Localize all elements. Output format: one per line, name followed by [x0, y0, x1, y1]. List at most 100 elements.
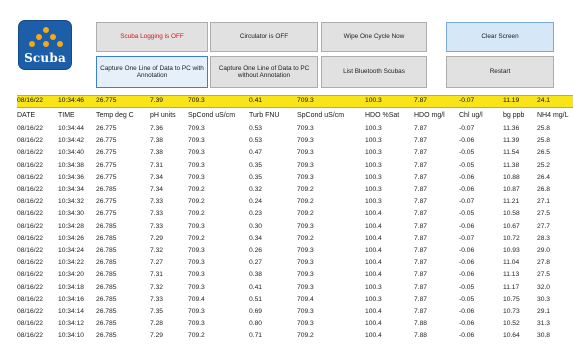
table-cell-turb: 0.27	[249, 259, 263, 267]
table-cell-chl: -0.06	[459, 186, 475, 193]
table-cell-turb: 0.26	[249, 247, 263, 254]
table-cell-spcond2: 709.3	[297, 161, 314, 169]
table-header: DATE TIME Temp deg C pH units SpCond uS/cm Tu…	[17, 111, 573, 123]
table-cell-bg: 11.39	[503, 137, 520, 145]
table-cell-bg: 10.75	[503, 295, 520, 303]
header-cell-date: DATE	[17, 112, 36, 119]
table-cell-time: 10:34:42	[58, 137, 85, 145]
table-row: 08/16/22 10:34:28 26.785 7.33 709.3 0.30 709.3…	[17, 222, 573, 233]
table-cell-temp: 26.785	[96, 186, 117, 193]
table-cell-spcond2: 709.2	[297, 210, 314, 218]
header-cell-bg: bg ppb	[503, 112, 525, 119]
table-cell-spcond2: 709.3	[297, 308, 314, 315]
table-cell-turb: 0.30	[249, 222, 263, 230]
table-cell-hdo-sat: 100.3	[365, 149, 382, 157]
table-cell-temp: 26.785	[96, 320, 117, 328]
table-row: 08/16/22 10:34:18 26.785 7.32 709.3 0.41 709.3…	[17, 283, 573, 294]
table-cell-temp: 26.785	[96, 247, 117, 254]
table-cell-date: 08/16/22	[17, 332, 44, 340]
table-cell-turb: 0.41	[249, 283, 263, 291]
table-row: 08/16/22 10:34:24 26.785 7.32 709.3 0.26 709.3…	[17, 246, 573, 257]
clear-screen-button[interactable]: Clear Screen	[446, 22, 554, 52]
table-cell-hdo-sat: 100.4	[365, 210, 382, 218]
table-cell-hdo-mg: 7.87	[414, 125, 428, 132]
latest-cell-spcond: 709.3	[188, 97, 205, 104]
table-row: 08/16/22 10:34:20 26.785 7.31 709.3 0.38 709.3…	[17, 270, 573, 281]
table-cell-hdo-sat: 100.3	[365, 125, 382, 132]
table-row: 08/16/22 10:34:22 26.785 7.27 709.3 0.27 709.3…	[17, 258, 573, 269]
table-cell-turb: 0.35	[249, 161, 263, 169]
capture-with-annotation-button[interactable]: Capture One Line of Data to PC with Anno…	[96, 56, 208, 88]
table-cell-date: 08/16/22	[17, 149, 44, 157]
table-cell-bg: 11.36	[503, 125, 520, 132]
table-cell-time: 10:34:36	[58, 173, 85, 181]
wipe-button[interactable]: Wipe One Cycle Now	[321, 22, 427, 52]
header-cell-spcond2: SpCond uS/cm	[297, 112, 345, 119]
table-cell-date: 08/16/22	[17, 247, 44, 254]
table-cell-hdo-sat: 100.3	[365, 161, 382, 169]
table-cell-ph: 7.33	[150, 198, 164, 206]
table-cell-turb: 0.47	[249, 149, 263, 157]
table-cell-turb: 0.53	[249, 125, 263, 132]
table-cell-spcond2: 709.3	[297, 137, 314, 145]
header-cell-chl: Chl ug/l	[459, 112, 483, 119]
table-cell-turb: 0.38	[249, 271, 263, 279]
table-cell-bg: 10.58	[503, 210, 520, 218]
table-cell-spcond: 709.3	[188, 283, 205, 291]
restart-button[interactable]: Restart	[446, 56, 554, 88]
table-cell-spcond2: 709.3	[297, 259, 314, 267]
table-cell-spcond: 709.3	[188, 247, 205, 254]
table-cell-turb: 0.51	[249, 295, 263, 303]
table-cell-hdo-sat: 100.4	[365, 259, 382, 267]
table-cell-nh4: 30.8	[537, 332, 551, 340]
table-cell-spcond2: 709.3	[297, 149, 314, 157]
table-cell-nh4: 30.3	[537, 295, 551, 303]
table-cell-chl: -0.05	[459, 283, 475, 291]
table-cell-spcond2: 709.4	[297, 295, 314, 303]
table-cell-bg: 10.64	[503, 332, 520, 340]
table-cell-time: 10:34:40	[58, 149, 85, 157]
table-cell-ph: 7.31	[150, 161, 164, 169]
table-cell-spcond2: 709.3	[297, 320, 314, 328]
table-cell-date: 08/16/22	[17, 259, 44, 267]
table-cell-ph: 7.32	[150, 247, 164, 254]
table-cell-time: 10:34:10	[58, 332, 85, 340]
table-cell-temp: 26.785	[96, 222, 117, 230]
table-cell-chl: -0.07	[459, 125, 475, 132]
table-cell-nh4: 26.4	[537, 173, 551, 181]
table-cell-ph: 7.34	[150, 186, 164, 193]
table-cell-temp: 26.775	[96, 210, 117, 218]
table-cell-hdo-mg: 7.87	[414, 247, 428, 254]
table-row: 08/16/22 10:34:34 26.785 7.34 709.2 0.32 709.2…	[17, 185, 573, 196]
table-cell-hdo-sat: 100.3	[365, 186, 382, 193]
table-cell-date: 08/16/22	[17, 222, 44, 230]
table-row: 08/16/22 10:34:38 26.775 7.31 709.3 0.35 709.3…	[17, 161, 573, 172]
table-cell-hdo-sat: 100.3	[365, 295, 382, 303]
table-cell-hdo-mg: 7.87	[414, 198, 428, 206]
table-cell-time: 10:34:28	[58, 222, 85, 230]
list-bluetooth-scubas-button[interactable]: List Bluetooth Scubas	[321, 56, 427, 88]
table-cell-temp: 26.775	[96, 173, 117, 181]
table-cell-chl: -0.05	[459, 149, 475, 157]
table-row: 08/16/22 10:34:10 26.785 7.29 709.2 0.71 709.2…	[17, 331, 573, 342]
table-cell-bg: 10.93	[503, 247, 520, 254]
scuba-logging-button[interactable]: Scuba Logging is OFF	[96, 22, 208, 52]
table-cell-ph: 7.27	[150, 259, 164, 267]
logo-text: Scuba	[24, 51, 66, 65]
table-cell-hdo-mg: 7.88	[414, 332, 428, 340]
table-cell-nh4: 31.3	[537, 320, 551, 328]
table-cell-turb: 0.34	[249, 234, 263, 242]
circulator-button[interactable]: Circulator is OFF	[210, 22, 318, 52]
table-cell-hdo-mg: 7.87	[414, 137, 428, 145]
table-row: 08/16/22 10:34:14 26.785 7.35 709.3 0.69 709.3…	[17, 307, 573, 318]
table-cell-spcond: 709.3	[188, 161, 205, 169]
table-cell-time: 10:34:12	[58, 320, 85, 328]
table-row: 08/16/22 10:34:36 26.775 7.34 709.3 0.35 709.3…	[17, 173, 573, 184]
table-cell-bg: 10.88	[503, 173, 520, 181]
table-cell-nh4: 25.8	[537, 125, 551, 132]
table-cell-temp: 26.785	[96, 234, 117, 242]
table-cell-hdo-mg: 7.87	[414, 173, 428, 181]
table-cell-ph: 7.33	[150, 295, 164, 303]
capture-without-annotation-button[interactable]: Capture One Line of Data to PC without A…	[210, 56, 318, 88]
table-cell-time: 10:34:22	[58, 259, 85, 267]
